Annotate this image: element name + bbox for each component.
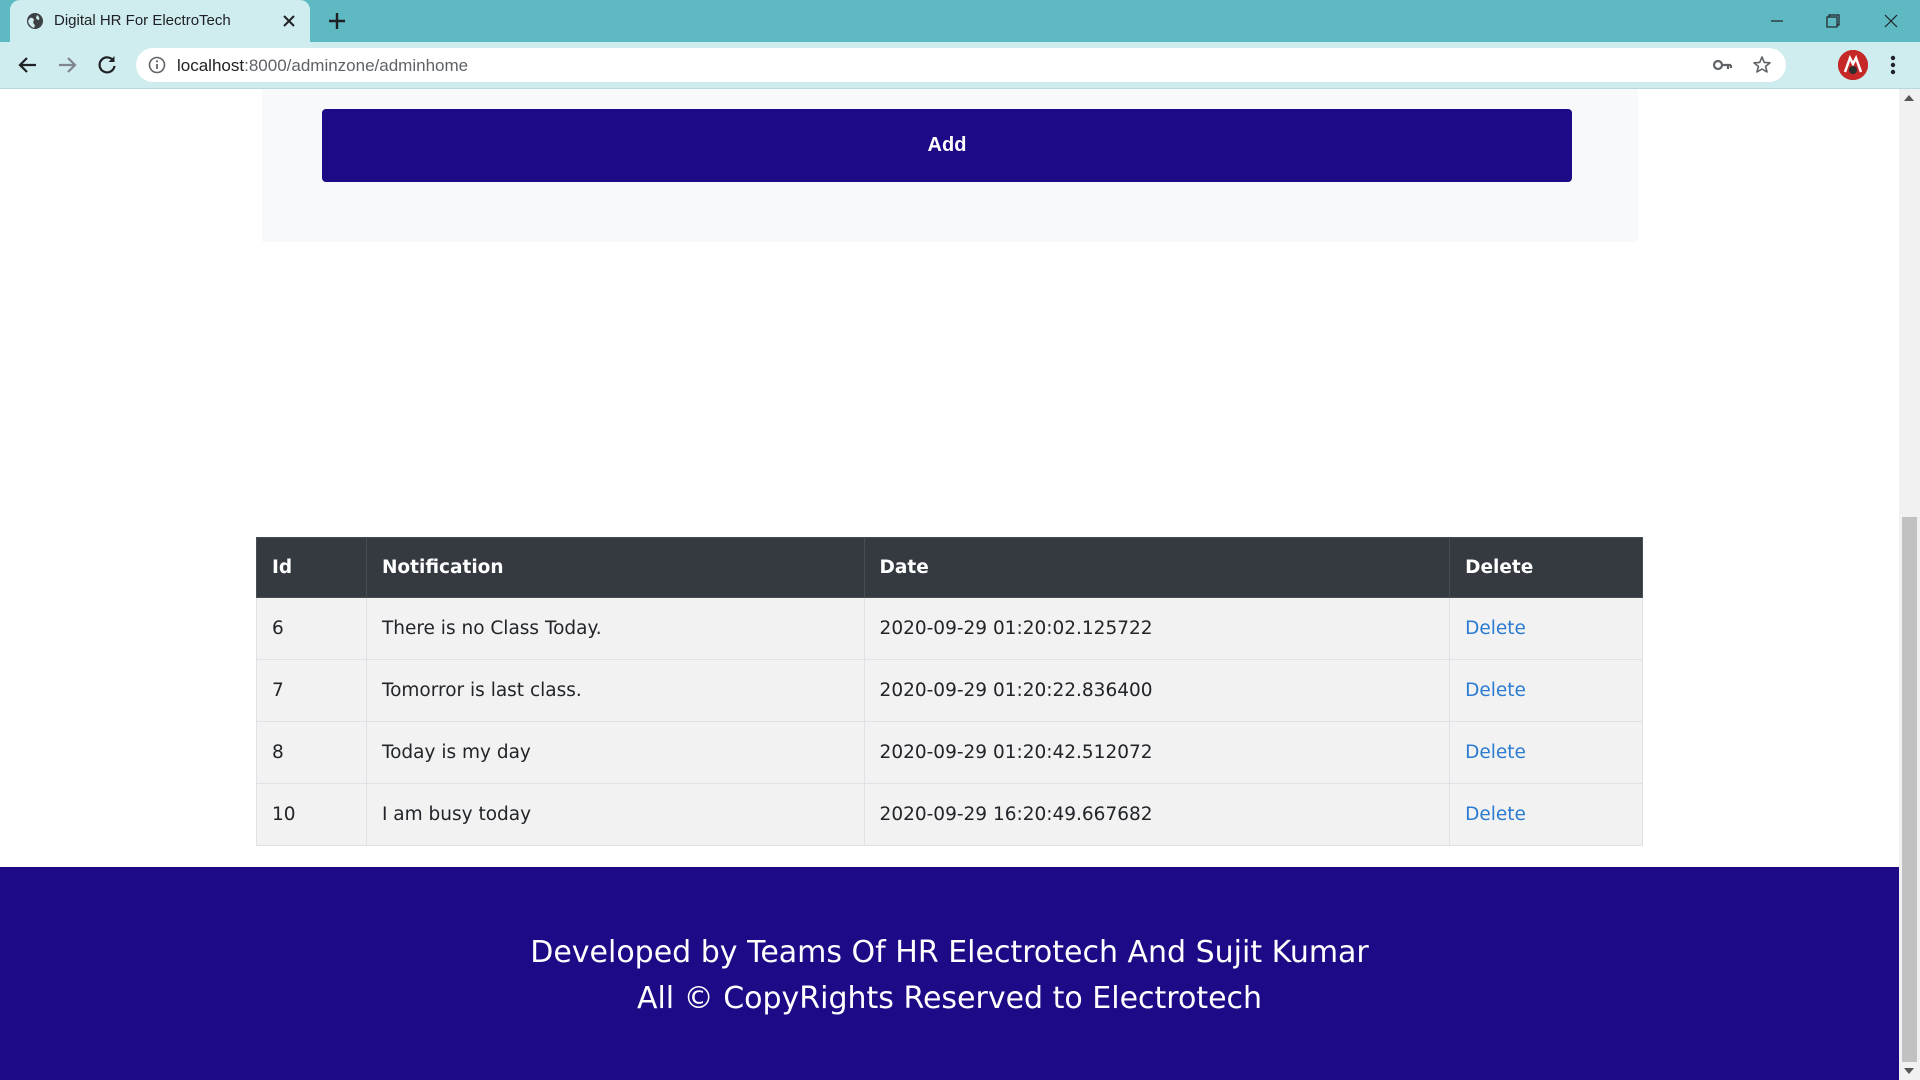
avatar[interactable] [1838, 50, 1868, 80]
cell-date: 2020-09-29 01:20:22.836400 [863, 659, 1451, 722]
window-close-icon[interactable] [1876, 6, 1906, 36]
footer-copyright: All © CopyRights Reserved to Electrotech [636, 981, 1263, 1016]
table-header-row: Id Notification Date Delete [256, 537, 1643, 598]
header-date: Date [863, 537, 1451, 598]
add-button[interactable]: Add [322, 109, 1572, 182]
table-row: 8 Today is my day 2020-09-29 01:20:42.51… [256, 721, 1643, 784]
cell-id: 6 [256, 597, 367, 660]
delete-link[interactable]: Delete [1465, 680, 1526, 701]
plus-icon[interactable] [325, 9, 349, 33]
browser-toolbar: localhost:8000/adminzone/adminhome [0, 42, 1920, 89]
cell-notification: Tomorror is last class. [365, 659, 865, 722]
table-row: 6 There is no Class Today. 2020-09-29 01… [256, 597, 1643, 660]
table-row: 7 Tomorror is last class. 2020-09-29 01:… [256, 659, 1643, 722]
cell-id: 8 [256, 721, 367, 784]
url-host: localhost [177, 56, 245, 75]
key-icon[interactable] [1712, 56, 1732, 74]
scroll-down-arrow[interactable] [1904, 1068, 1914, 1074]
cell-date: 2020-09-29 01:20:42.512072 [863, 721, 1451, 784]
footer: Developed by Teams Of HR Electrotech And… [0, 867, 1899, 1080]
minimize-icon[interactable] [1762, 6, 1792, 36]
cell-notification: There is no Class Today. [365, 597, 865, 660]
cell-delete: Delete [1449, 659, 1643, 722]
page-scrollbar[interactable] [1899, 89, 1920, 1080]
notifications-table: Id Notification Date Delete 6 There is n… [256, 537, 1643, 846]
scroll-up-arrow[interactable] [1904, 95, 1914, 101]
footer-credits: Developed by Teams Of HR Electrotech And… [530, 935, 1369, 970]
close-icon[interactable] [280, 12, 298, 30]
cell-notification: Today is my day [365, 721, 865, 784]
browser-titlebar: Digital HR For ElectroTech [0, 0, 1920, 42]
reload-icon[interactable] [93, 51, 121, 79]
header-notification: Notification [365, 537, 865, 598]
forward-icon[interactable] [53, 51, 81, 79]
cell-date: 2020-09-29 01:20:02.125722 [863, 597, 1451, 660]
delete-link[interactable]: Delete [1465, 618, 1526, 639]
menu-icon[interactable] [1883, 52, 1903, 78]
cell-notification: I am busy today [365, 783, 865, 846]
cell-delete: Delete [1449, 597, 1643, 660]
restore-icon[interactable] [1818, 6, 1848, 36]
scrollbar-thumb[interactable] [1902, 517, 1917, 1062]
star-icon[interactable] [1752, 55, 1772, 75]
table-row: 10 I am busy today 2020-09-29 16:20:49.6… [256, 783, 1643, 846]
browser-tab[interactable]: Digital HR For ElectroTech [10, 0, 310, 42]
delete-link[interactable]: Delete [1465, 742, 1526, 763]
address-bar[interactable]: localhost:8000/adminzone/adminhome [136, 48, 1786, 82]
cell-id: 10 [256, 783, 367, 846]
cell-delete: Delete [1449, 721, 1643, 784]
avatar-image [1838, 50, 1868, 80]
url-path: :8000/adminzone/adminhome [244, 56, 469, 75]
notification-form: Add [262, 89, 1638, 242]
cell-id: 7 [256, 659, 367, 722]
back-icon[interactable] [14, 51, 42, 79]
globe-icon [27, 13, 43, 29]
info-icon[interactable] [148, 56, 166, 74]
cell-delete: Delete [1449, 783, 1643, 846]
tab-title: Digital HR For ElectroTech [54, 12, 231, 29]
delete-link[interactable]: Delete [1465, 804, 1526, 825]
header-delete: Delete [1449, 537, 1643, 598]
cell-date: 2020-09-29 16:20:49.667682 [863, 783, 1451, 846]
page-viewport: Add Id Notification Date Delete 6 There … [0, 89, 1899, 1080]
header-id: Id [256, 537, 367, 598]
url-text: localhost:8000/adminzone/adminhome [177, 56, 468, 76]
